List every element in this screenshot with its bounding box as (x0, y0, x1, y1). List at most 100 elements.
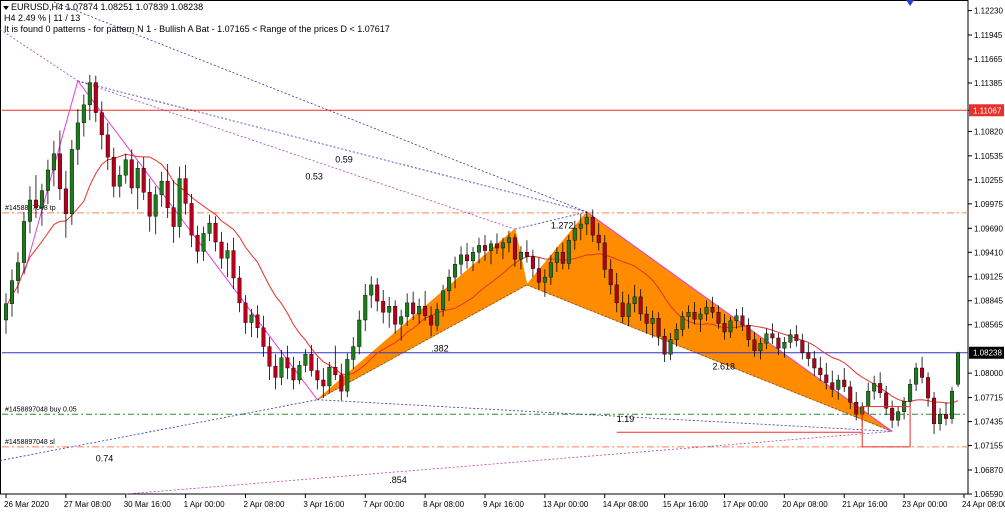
price-tick-label: 1.08565 (974, 321, 1003, 330)
candle-body (333, 366, 338, 376)
candle-body (285, 357, 290, 369)
candle-body (836, 379, 841, 390)
indicator-status: H4 2.49 % | 11 / 13 (4, 13, 81, 23)
price-tick-label: 1.08000 (974, 369, 1003, 378)
candle-body (782, 342, 787, 349)
collapse-arrow-icon[interactable] (3, 5, 9, 10)
candle (932, 392, 937, 434)
candle-body (518, 252, 523, 260)
candle-body (746, 324, 751, 340)
candle (4, 293, 8, 334)
price-tick-label: 1.10255 (974, 176, 1003, 185)
candle (890, 400, 895, 428)
candle (291, 356, 296, 390)
candle (27, 186, 32, 234)
candle-body (596, 234, 601, 244)
candle-body (243, 302, 248, 323)
candle-body (303, 354, 308, 366)
candle-body (405, 302, 410, 317)
candle-body (261, 327, 266, 347)
candle-body (854, 402, 859, 415)
candle (465, 242, 470, 269)
time-tick-label: 23 Apr 00:00 (902, 500, 948, 509)
fib-ratio-label: .382 (431, 344, 449, 354)
candle (87, 74, 92, 121)
candle-body (554, 252, 559, 263)
candle-body (566, 240, 571, 264)
candle-body (608, 269, 613, 286)
candle-body (33, 199, 38, 208)
candle-body (560, 252, 565, 264)
candle-body (27, 199, 32, 222)
candle-body (423, 306, 428, 316)
price-chart[interactable]: 1.12230 1.11945 1.11665 1.11385 1.11067 1.108… (0, 0, 1005, 514)
resistance-price-label: 1.11067 (973, 106, 1002, 115)
candle-body (536, 268, 541, 283)
candle-body (165, 180, 170, 208)
candle (914, 362, 919, 392)
candle-body (956, 352, 960, 385)
candle (345, 353, 350, 398)
candle-body (465, 254, 470, 262)
candle-body (890, 408, 895, 421)
price-tick-label: 1.07715 (974, 394, 1003, 403)
candle (273, 354, 278, 390)
candle (99, 101, 104, 150)
candle (123, 153, 128, 184)
candle-body (818, 367, 823, 376)
candle (75, 109, 80, 165)
candle (21, 212, 26, 273)
candle-body (57, 153, 62, 190)
candle-body (429, 315, 434, 326)
candle-body (183, 178, 188, 204)
candle (770, 323, 775, 344)
time-tick-label: 24 Apr 08:00 (962, 500, 1005, 509)
price-tick-label: 1.09690 (974, 224, 1003, 233)
candle (920, 356, 925, 384)
price-tick-label: 1.09975 (974, 200, 1003, 209)
candle-body (494, 243, 499, 249)
candle-body (363, 294, 368, 321)
candle-body (459, 254, 464, 265)
candle-body (512, 237, 517, 260)
candle-body (914, 367, 919, 385)
fib-projection-line (77, 80, 587, 213)
fib-projection-line (125, 431, 893, 495)
candle (81, 94, 86, 137)
candle-body (417, 306, 422, 315)
candle-body (950, 390, 955, 419)
fib-projection-line (77, 80, 516, 230)
candle (93, 75, 98, 122)
symbol-quote: EURUSD,H4 1.07874 1.08251 1.07839 1.0823… (11, 2, 204, 12)
candle (243, 295, 248, 334)
candle-body (908, 384, 913, 402)
candle-body (39, 190, 44, 208)
candle (171, 180, 176, 243)
time-tick-label: 20 Apr 08:00 (782, 500, 828, 509)
candle-body (752, 339, 757, 352)
candle-body (51, 153, 56, 171)
candle-body (728, 320, 733, 333)
candle (315, 357, 320, 390)
candle-body (4, 303, 8, 321)
candle-body (668, 339, 673, 355)
fib-ratio-label: .854 (389, 475, 407, 485)
candle-body (530, 256, 535, 269)
candle (812, 350, 817, 376)
candle (189, 194, 194, 248)
candle-body (453, 264, 458, 278)
chart-canvas[interactable]: 1.12230 1.11945 1.11665 1.11385 1.11067 1.108… (0, 0, 1005, 514)
candle (872, 375, 877, 400)
candle-body (584, 216, 589, 225)
candle (842, 368, 847, 392)
candle-body (351, 346, 356, 360)
time-tick-label: 26 Mar 2020 (4, 500, 49, 509)
candle (177, 166, 182, 238)
candle (926, 372, 931, 407)
candle-body (524, 252, 529, 257)
time-tick-label: 9 Apr 16:00 (483, 500, 524, 509)
candle (279, 350, 284, 386)
price-tick-label: 1.06870 (974, 466, 1003, 475)
candle-body (81, 104, 86, 124)
candle (908, 379, 913, 407)
